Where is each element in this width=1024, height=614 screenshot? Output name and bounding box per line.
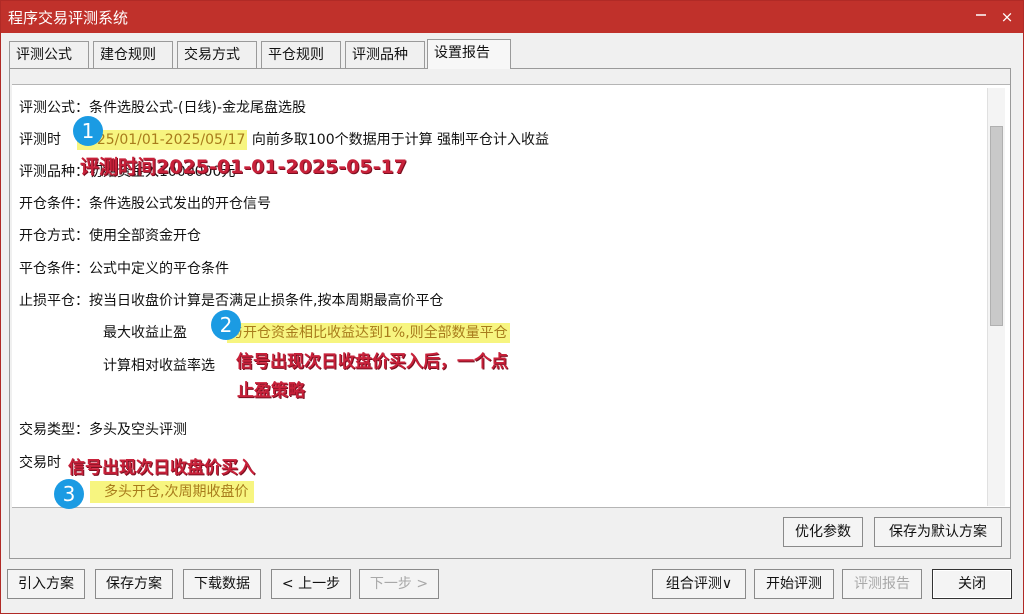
close-condition-line: 平仓条件：公式中定义的平仓条件 xyxy=(19,261,229,277)
max-profit-highlight: 与开仓资金相比收益达到1%,则全部数量平仓 xyxy=(227,323,510,343)
next-step-button[interactable]: 下一步 > xyxy=(359,569,439,599)
window-title: 程序交易评测系统 xyxy=(8,9,129,27)
open-condition-line: 开仓条件：条件选股公式发出的开仓信号 xyxy=(19,196,271,212)
annotation-buy-signal: 信号出现次日收盘价买入 xyxy=(68,458,255,478)
trade-type-line: 交易类型：多头及空头评测 xyxy=(19,422,187,438)
tab-trade-method[interactable]: 交易方式 xyxy=(177,41,257,69)
save-plan-button[interactable]: 保存方案 xyxy=(95,569,173,599)
report-text-area[interactable]: 评测公式：条件选股公式-(日线)-金龙尾盘选股 评测时 2025/01/01-20… xyxy=(12,84,1010,509)
max-profit-label: 最大收益止盈 xyxy=(103,325,187,341)
time-label: 评测时 xyxy=(19,132,61,148)
vertical-scrollbar[interactable] xyxy=(987,88,1005,506)
marker-badge-1: 1 xyxy=(73,116,103,146)
annotation-stop-profit-line2: 止盈策略 xyxy=(237,381,305,401)
save-default-button[interactable]: 保存为默认方案 xyxy=(874,517,1002,547)
settings-panel: 评测公式：条件选股公式-(日线)-金龙尾盘选股 评测时 2025/01/01-20… xyxy=(9,68,1011,559)
marker-badge-3: 3 xyxy=(54,479,84,509)
trade-time-label: 交易时 xyxy=(19,455,61,471)
start-eval-button[interactable]: 开始评测 xyxy=(754,569,834,599)
stop-loss-line: 止损平仓：按当日收盘价计算是否满足止损条件,按本周期最高价平仓 xyxy=(19,293,444,309)
annotation-stop-profit-line1: 信号出现次日收盘价买入后，一个点 xyxy=(236,352,508,372)
tab-variety[interactable]: 评测品种 xyxy=(345,41,425,69)
open-method-line: 开仓方式：使用全部资金开仓 xyxy=(19,228,201,244)
max-profit-line: 最大收益止盈 与开仓资金相比收益达到1%,则全部数量平仓 xyxy=(103,322,510,343)
close-button[interactable]: 关闭 xyxy=(932,569,1012,599)
title-bar: 程序交易评测系统 × xyxy=(1,1,1023,33)
combo-eval-button[interactable]: 组合评测∨ xyxy=(652,569,746,599)
tab-formula[interactable]: 评测公式 xyxy=(9,41,89,69)
tab-strip: 评测公式 建仓规则 交易方式 平仓规则 评测品种 设置报告 xyxy=(9,39,1009,69)
marker-badge-2: 2 xyxy=(211,310,241,340)
annotation-time: 评测时间2025-01-01-2025-05-17 xyxy=(80,156,407,178)
time-rest: 向前多取100个数据用于计算 强制平仓计入收益 xyxy=(251,132,550,148)
import-plan-button[interactable]: 引入方案 xyxy=(7,569,85,599)
download-data-button[interactable]: 下载数据 xyxy=(183,569,261,599)
app-window: 程序交易评测系统 × 评测公式 建仓规则 交易方式 平仓规则 评测品种 设置报告… xyxy=(0,0,1024,614)
tab-build-rules[interactable]: 建仓规则 xyxy=(93,41,173,69)
eval-report-button[interactable]: 评测报告 xyxy=(842,569,922,599)
trade-time-highlight: 多头开仓,次周期收盘价 xyxy=(90,481,255,503)
tab-close-rules[interactable]: 平仓规则 xyxy=(261,41,341,69)
prev-step-button[interactable]: < 上一步 xyxy=(271,569,351,599)
close-icon[interactable]: × xyxy=(995,5,1019,29)
tab-report-settings[interactable]: 设置报告 xyxy=(427,39,511,69)
scrollbar-thumb[interactable] xyxy=(990,126,1003,326)
trade-time-value-line: 多头开仓,次周期收盘价 xyxy=(90,481,255,503)
optimize-params-button[interactable]: 优化参数 xyxy=(783,517,863,547)
minimize-icon[interactable] xyxy=(969,5,993,29)
relative-rate-line: 计算相对收益率选 xyxy=(103,358,215,374)
formula-line: 评测公式：条件选股公式-(日线)-金龙尾盘选股 xyxy=(19,100,307,116)
